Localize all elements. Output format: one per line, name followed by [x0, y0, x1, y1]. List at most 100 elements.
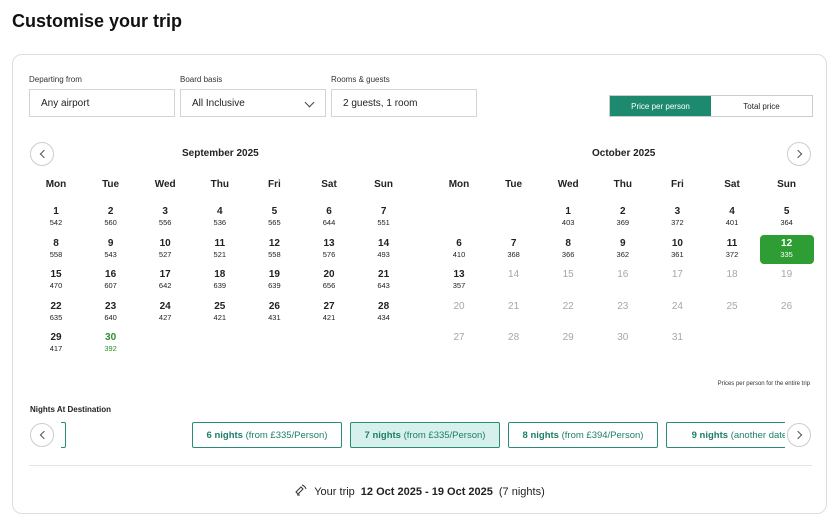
day-number: 30 — [617, 332, 629, 343]
weekday-header: Thu — [613, 179, 632, 190]
calendar-day[interactable]: 18 639 — [193, 266, 247, 295]
weekday-header: Wed — [557, 179, 579, 190]
day-price: 635 — [49, 312, 63, 322]
calendar-day[interactable]: 27 421 — [302, 298, 356, 327]
nights-carousel: 5 nights (from £269/Person) 6 nights (fro… — [61, 422, 785, 450]
calendar-day[interactable]: 3 556 — [138, 203, 192, 232]
rooms-guests-field[interactable]: 2 guests, 1 room — [331, 89, 477, 117]
calendar-day[interactable]: 12 335 — [759, 234, 814, 264]
day-price: 642 — [158, 281, 172, 290]
calendar-day: 19 — [760, 266, 814, 295]
day-number: 29 — [562, 332, 574, 343]
day-price: 639 — [268, 281, 281, 290]
calendar-day[interactable]: 22 635 — [29, 298, 83, 327]
calendar-day[interactable]: 6 644 — [302, 203, 356, 232]
total-price-option[interactable]: Total price — [711, 96, 812, 116]
day-price: 521 — [213, 249, 227, 259]
nights-count: 6 nights — [206, 429, 243, 441]
day-number: 12 — [268, 237, 280, 249]
day-number: 28 — [508, 332, 520, 343]
nights-next-button[interactable] — [787, 423, 811, 447]
day-price: 542 — [49, 218, 63, 227]
calendar-prev-button[interactable] — [30, 142, 54, 166]
calendar-day[interactable]: 3 372 — [650, 203, 704, 232]
day-number: 20 — [453, 300, 465, 312]
calendar-day[interactable]: 20 656 — [302, 266, 356, 295]
calendar-day[interactable]: 6 410 — [432, 235, 486, 264]
calendar-day[interactable]: 2 560 — [84, 203, 138, 232]
calendar-day[interactable]: 24 427 — [138, 298, 192, 327]
day-number: 5 — [271, 206, 278, 217]
calendar-day[interactable]: 4 536 — [193, 203, 247, 232]
day-number: 13 — [453, 269, 465, 280]
departing-value: Any airport — [41, 97, 90, 109]
calendar-day: 26 — [760, 298, 814, 327]
day-price: 639 — [213, 281, 227, 290]
day-number: 25 — [726, 300, 738, 312]
calendar-day[interactable]: 17 642 — [138, 266, 192, 295]
calendar-day[interactable]: 8 558 — [29, 235, 83, 264]
calendar-day[interactable]: 1 542 — [29, 203, 83, 232]
calendar-day[interactable]: 30 392 — [84, 329, 138, 358]
calendar-day[interactable]: 2 369 — [596, 203, 650, 232]
day-number: 2 — [107, 206, 114, 217]
day-number: 16 — [617, 269, 629, 280]
day-number: 20 — [323, 269, 335, 280]
price-per-person-option[interactable]: Price per person — [610, 96, 711, 116]
day-price: 527 — [158, 249, 172, 259]
day-price: 372 — [671, 218, 684, 227]
calendar-day[interactable]: 14 493 — [357, 235, 411, 264]
calendar-day[interactable]: 5 565 — [247, 203, 301, 232]
nights-option[interactable]: 8 nights (from £394/Person) — [508, 422, 658, 448]
calendar-day[interactable]: 1 403 — [541, 203, 595, 232]
nights-option[interactable]: 6 nights (from £335/Person) — [192, 422, 342, 448]
calendar-day[interactable]: 7 368 — [487, 235, 541, 264]
calendar-next-button[interactable] — [787, 142, 811, 166]
calendar-day: 14 — [487, 266, 541, 295]
day-price: 392 — [104, 344, 117, 353]
calendar-day[interactable]: 15 470 — [29, 266, 83, 295]
calendar-day[interactable]: 13 357 — [432, 266, 486, 295]
calendar-day[interactable]: 4 401 — [705, 203, 759, 232]
calendar-day[interactable]: 5 364 — [760, 203, 814, 232]
calendar-day[interactable]: 9 362 — [596, 235, 650, 264]
calendar-day[interactable]: 9 543 — [84, 235, 138, 264]
calendar-day[interactable]: 8 366 — [541, 235, 595, 264]
calendar-day[interactable]: 13 576 — [302, 235, 356, 264]
day-number: 19 — [268, 269, 280, 280]
chevron-right-icon — [793, 430, 802, 440]
calendar-day[interactable]: 11 521 — [193, 235, 247, 264]
calendar-day[interactable]: 16 607 — [84, 266, 138, 295]
day-price: 421 — [322, 312, 336, 322]
calendar-day: 31 — [650, 329, 704, 358]
board-basis-label: Board basis — [180, 75, 223, 84]
day-price: 644 — [322, 218, 336, 227]
calendar-day[interactable]: 29 417 — [29, 329, 83, 358]
trip-dates: 12 Oct 2025 - 19 Oct 2025 — [360, 485, 493, 498]
calendar-day[interactable]: 12 558 — [247, 235, 301, 264]
calendar-day[interactable]: 10 361 — [650, 235, 704, 264]
calendar-day[interactable]: 7 551 — [357, 203, 411, 232]
nights-option[interactable]: 7 nights (from £335/Person) — [350, 422, 500, 448]
departing-from-field[interactable]: Any airport — [29, 89, 175, 117]
calendar-day[interactable]: 26 431 — [247, 298, 301, 327]
calendar-day[interactable]: 10 527 — [138, 235, 192, 264]
calendar-day: 22 — [541, 298, 595, 327]
nights-option[interactable]: 5 nights (from £269/Person) — [61, 422, 66, 448]
calendar-day[interactable]: 19 639 — [247, 266, 301, 295]
day-number: 6 — [456, 237, 462, 249]
nights-prev-button[interactable] — [30, 423, 54, 447]
calendar-day[interactable]: 23 640 — [84, 298, 138, 327]
calendar-day[interactable]: 25 421 — [193, 298, 247, 327]
calendar-day[interactable]: 21 643 — [357, 266, 411, 295]
day-number: 8 — [565, 237, 571, 249]
day-number: 16 — [105, 269, 117, 280]
calendar-day: 17 — [650, 266, 704, 295]
weekday-header: Tue — [505, 179, 523, 190]
day-number: 11 — [214, 237, 226, 249]
calendar-day[interactable]: 11 372 — [705, 235, 759, 264]
board-basis-select[interactable]: All Inclusive — [180, 89, 326, 117]
nights-option[interactable]: 9 nights (another date) — [666, 422, 785, 448]
day-number: 10 — [159, 237, 171, 249]
calendar-day[interactable]: 28 434 — [357, 298, 411, 327]
